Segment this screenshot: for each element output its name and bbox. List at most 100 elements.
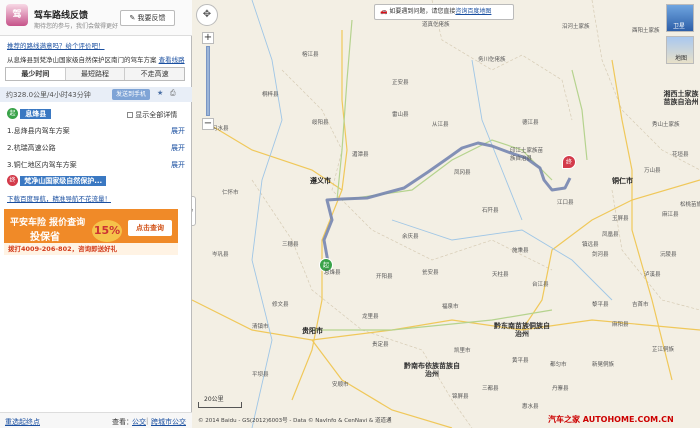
end-badge: 终	[7, 175, 18, 186]
feedback-banner: 驾 驾车路线反馈 期待您的参与，我们会做得更好 ✎ 我要反馈	[0, 0, 192, 36]
ad-hotline: 拨打4009-206-802，咨询即送好礼	[4, 243, 178, 255]
pan-control[interactable]: ✥	[196, 4, 218, 26]
county-label: 凯里市	[454, 348, 471, 354]
county-label: 印江土家族苗族自治县	[510, 148, 544, 162]
county-label: 余庆县	[402, 234, 419, 240]
county-label: 万山县	[644, 168, 661, 174]
step-text: 3.铜仁地区内驾车方案	[7, 161, 77, 169]
map-type-button[interactable]: 地图	[666, 36, 694, 64]
county-label: 天柱县	[492, 272, 509, 278]
view-route-link[interactable]: 查看线路	[159, 56, 185, 64]
show-all-label: 显示全部详情	[135, 111, 178, 119]
collapse-panel-handle[interactable]: ‹	[192, 196, 196, 226]
tab-shortest-distance[interactable]: 最短路程	[65, 68, 126, 80]
route-summary-text: 约328.0公里/4小时43分钟	[6, 91, 91, 99]
map-type-label: 地图	[675, 55, 688, 62]
county-label: 开阳县	[376, 274, 393, 280]
county-label: 松桃苗族	[680, 202, 700, 208]
step-text: 2.杭瑞高速公路	[7, 144, 56, 152]
car-icon: 🚗	[380, 8, 390, 15]
expand-link[interactable]: 展开	[171, 126, 185, 136]
county-label: 秀山土家族	[652, 122, 680, 128]
intercity-bus-link[interactable]: 跨城市公交	[151, 417, 186, 427]
start-name[interactable]: 息烽县	[20, 108, 52, 119]
county-label: 沅陵县	[660, 252, 677, 258]
county-label: 湄潭县	[352, 152, 369, 158]
county-label: 平坝县	[252, 372, 269, 378]
county-label: 清镇市	[252, 324, 269, 330]
satellite-label: 卫星	[673, 23, 686, 30]
county-label: 安顺市	[332, 382, 349, 388]
compass-icon: ✥	[202, 9, 212, 20]
city-label: 遵义市	[310, 177, 331, 185]
show-all-checkbox[interactable]	[127, 112, 133, 118]
footer-divider: |	[146, 417, 149, 425]
map-canvas[interactable]: 起 终 遵义市 贵阳市 铜仁市 黔东南苗族侗族自治州 黔南布依族苗族自治州 湘西…	[192, 0, 700, 428]
county-label: 福泉市	[442, 304, 459, 310]
end-marker-icon[interactable]: 终	[562, 155, 576, 169]
county-label: 丹寨县	[552, 386, 569, 392]
zoom-out-button[interactable]: −	[202, 118, 214, 130]
county-label: 黎平县	[592, 302, 609, 308]
county-label: 锦屏县	[452, 394, 469, 400]
county-label: 三都县	[482, 386, 499, 392]
scale-label: 20公里	[204, 396, 224, 403]
county-label: 花垣县	[672, 152, 689, 158]
county-label: 酉阳土家族	[632, 28, 660, 34]
route-summary: 约328.0公里/4小时43分钟 发送到手机 ★ ⎙	[0, 87, 192, 102]
minus-icon: −	[203, 118, 213, 129]
region-label: 黔南布依族苗族自治州	[404, 362, 460, 378]
county-label: 石阡县	[482, 208, 499, 214]
county-label: 都匀市	[550, 362, 567, 368]
start-badge: 起	[7, 108, 18, 119]
reselect-endpoints-link[interactable]: 重选起终点	[5, 417, 40, 427]
feedback-logo-icon: 驾	[6, 4, 28, 26]
region-label: 湘西土家族苗族自治州	[663, 90, 699, 106]
end-name[interactable]: 梵净山国家级自然保护...	[20, 175, 107, 186]
county-label: 正安县	[392, 80, 409, 86]
province-borders	[251, 0, 700, 428]
print-icon[interactable]: ⎙	[170, 89, 176, 98]
panel-footer: 重选起终点 查看： 公交 | 跨城市公交	[0, 412, 192, 428]
feedback-subtitle: 期待您的参与，我们会做得更好	[34, 23, 119, 30]
bus-link[interactable]: 公交	[132, 417, 146, 427]
county-label: 吉首市	[632, 302, 649, 308]
city-label: 贵阳市	[302, 327, 323, 335]
county-label: 岑巩县	[212, 252, 229, 258]
feedback-title: 驾车路线反馈	[34, 11, 89, 21]
map-copyright: © 2014 Baidu - GS(2012)6003号 - Data © Na…	[198, 418, 392, 424]
route-description: 从息烽县到梵净山国家级自然保护区南门的驾车方案 查看线路	[7, 54, 185, 64]
star-icon[interactable]: ★	[157, 89, 163, 97]
expand-link[interactable]: 展开	[171, 143, 185, 153]
tab-least-time[interactable]: 最少时间	[6, 68, 66, 80]
county-label: 桐梓县	[262, 92, 279, 98]
county-label: 镇远县	[582, 242, 599, 248]
county-label: 道真仡佬族	[422, 22, 450, 28]
expand-link[interactable]: 展开	[171, 160, 185, 170]
send-to-phone-button[interactable]: 发送到手机	[112, 89, 150, 100]
zoom-in-button[interactable]: +	[202, 32, 214, 44]
ad-query-button[interactable]: 点击查询	[128, 220, 172, 236]
county-label: 麻江县	[662, 212, 679, 218]
show-all-details[interactable]: 显示全部详情	[127, 110, 177, 120]
step-row[interactable]: 2.杭瑞高速公路 展开	[7, 143, 185, 153]
survey-link[interactable]: 推荐的路线满意吗？给个评价吧！	[7, 40, 105, 50]
feedback-button[interactable]: ✎ 我要反馈	[120, 10, 175, 26]
county-label: 玉屏县	[612, 216, 629, 222]
step-row[interactable]: 3.铜仁地区内驾车方案 展开	[7, 160, 185, 170]
county-label: 德江县	[522, 120, 539, 126]
ad-percent: 15%	[92, 220, 122, 242]
watermark: 汽车之家 AUTOHOME.COM.CN	[548, 415, 674, 424]
consult-link[interactable]: 咨询百度地图	[455, 8, 491, 15]
tab-avoid-highway[interactable]: 不走高速	[125, 68, 185, 80]
county-label: 台江县	[532, 282, 549, 288]
navigation-download-link[interactable]: 下载百度导航，精准导航不花流量！	[7, 193, 111, 203]
feedback-button-label: 我要反馈	[137, 14, 166, 22]
step-row[interactable]: 1.息烽县内驾车方案 展开	[7, 126, 185, 136]
zoom-slider[interactable]	[206, 46, 210, 116]
county-label: 绥阳县	[312, 120, 329, 126]
county-label: 惠水县	[522, 404, 539, 410]
start-row: 起 息烽县	[7, 108, 52, 119]
notice-bar: 🚗 如要遇到问题，请您直接咨询百度地图	[374, 4, 514, 20]
satellite-button[interactable]: 卫星	[666, 4, 694, 32]
